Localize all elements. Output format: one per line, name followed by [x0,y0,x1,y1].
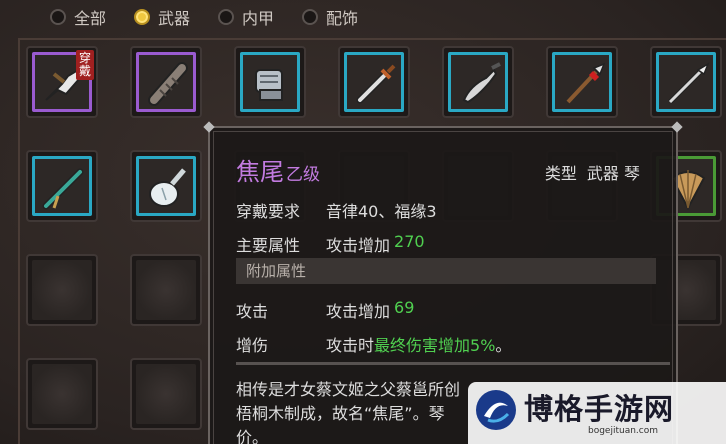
tab-label: 内甲 [242,9,275,28]
extra-attr-value: 69 [394,298,415,317]
inventory-slot[interactable] [650,46,722,118]
extra-attr-value: 最终伤害增加5% [374,336,496,355]
equipped-badge: 穿戴 [76,50,94,80]
tab-weapons[interactable]: 武器 [134,5,190,29]
main-attr-prefix: 攻击增加 [326,236,391,255]
sword-icon [356,64,396,104]
main-attr-value: 270 [394,232,425,251]
tab-accessories[interactable]: 配饰 [302,5,358,29]
extra-attr-row: 增伤 攻击时 最终伤害增加5% 。 [236,332,511,356]
tab-all[interactable]: 全部 [50,5,106,29]
site-watermark: 博格手游网 bogejituan.com [468,382,726,444]
inventory-slot[interactable] [130,150,202,222]
item-grade: 乙级 [286,165,320,185]
extra-attr-prefix: 攻击增加 [326,302,391,321]
inventory-slot[interactable] [234,46,306,118]
radio-icon [218,9,235,25]
extra-attr-header: 附加属性 [236,258,656,284]
wrapped-scroll-weapon-icon [148,62,188,106]
inventory-slot[interactable] [130,46,202,118]
empty-inventory-slot[interactable] [26,254,98,326]
item-name-text: 焦尾 [236,158,284,186]
type-label: 类型 [544,164,577,183]
inventory-slot[interactable] [26,150,98,222]
main-attr-row: 主要属性 攻击增加 270 [236,232,425,256]
extra-attr-row: 攻击 攻击增加 69 [236,298,414,322]
inventory-slot[interactable] [338,46,410,118]
empty-inventory-slot[interactable] [26,358,98,430]
pipa-lute-icon [149,168,186,207]
tooltip-divider [236,362,670,365]
broadsword-icon [462,62,501,104]
extra-attr-prefix: 攻击时 [326,336,375,355]
filter-tabs: 全部 武器 内甲 配饰 [50,5,358,29]
inventory-slot[interactable] [442,46,514,118]
type-value: 武器 琴 [586,164,640,183]
extra-attr-label: 增伤 [236,336,269,355]
tab-label: 配饰 [326,9,359,28]
watermark-url: bogejituan.com [588,426,659,436]
item-name: 焦尾 乙级 [236,152,320,187]
tab-label: 全部 [74,9,107,28]
spear-icon [668,62,710,104]
radio-icon [50,9,66,25]
watermark-logo-icon [476,390,516,430]
tab-armor[interactable]: 内甲 [218,5,274,29]
red-tassel-spear-icon [566,62,606,104]
gauntlet-icon [255,69,283,101]
inventory-slot[interactable] [546,46,618,118]
requirement-label: 穿戴要求 [236,202,301,221]
requirement-value: 音律40、福缘3 [326,202,437,221]
item-type: 类型 武器 琴 [545,160,640,184]
radio-selected-icon [134,9,151,25]
empty-inventory-slot[interactable] [130,358,202,430]
radio-icon [302,9,319,25]
jade-flute-icon [42,168,84,210]
extra-attr-suffix: 。 [495,336,512,355]
tab-label: 武器 [158,9,191,28]
empty-inventory-slot[interactable] [130,254,202,326]
watermark-text: 博格手游网 [524,392,675,426]
main-attr-label: 主要属性 [236,236,301,255]
extra-attr-label: 攻击 [236,302,269,321]
requirement-row: 穿戴要求 音律40、福缘3 [236,198,437,222]
inventory-slot[interactable]: 穿戴 [26,46,98,118]
